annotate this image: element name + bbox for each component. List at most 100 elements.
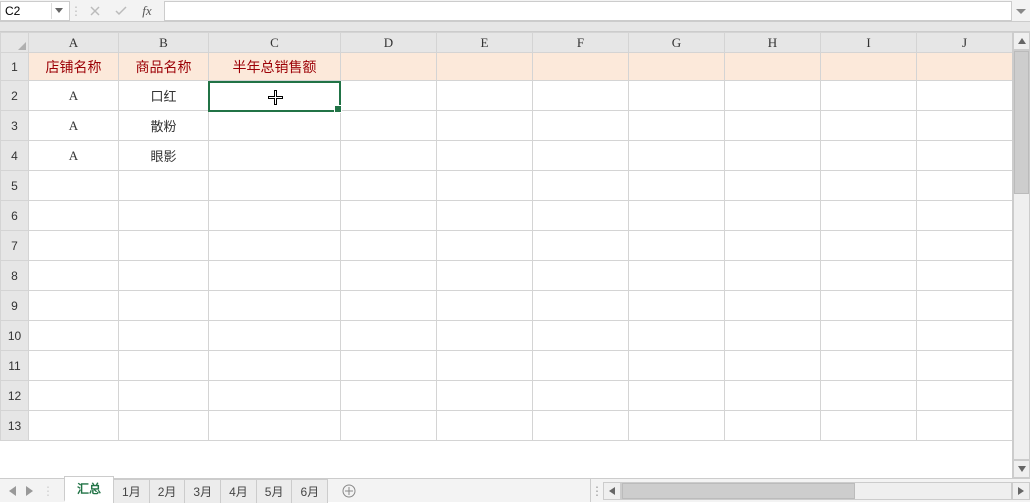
cell-H11[interactable]	[725, 351, 821, 381]
cell-B9[interactable]	[119, 291, 209, 321]
cell-J3[interactable]	[917, 111, 1013, 141]
cell-F10[interactable]	[533, 321, 629, 351]
col-header-D[interactable]: D	[341, 33, 437, 53]
name-box-dropdown[interactable]	[51, 3, 65, 19]
cell-I2[interactable]	[821, 81, 917, 111]
formula-bar-expand-icon[interactable]	[1012, 1, 1030, 21]
col-header-I[interactable]: I	[821, 33, 917, 53]
cell-F8[interactable]	[533, 261, 629, 291]
cell-H9[interactable]	[725, 291, 821, 321]
cell-J11[interactable]	[917, 351, 1013, 381]
cell-G7[interactable]	[629, 231, 725, 261]
row-header-13[interactable]: 13	[1, 411, 29, 441]
row-header-7[interactable]: 7	[1, 231, 29, 261]
cell-D3[interactable]	[341, 111, 437, 141]
scroll-down-icon[interactable]	[1013, 460, 1030, 478]
cell-E11[interactable]	[437, 351, 533, 381]
scroll-left-icon[interactable]	[603, 482, 621, 500]
cell-H6[interactable]	[725, 201, 821, 231]
select-all-corner[interactable]	[1, 33, 29, 53]
cell-I3[interactable]	[821, 111, 917, 141]
cell-F13[interactable]	[533, 411, 629, 441]
cell-I13[interactable]	[821, 411, 917, 441]
cell-F7[interactable]	[533, 231, 629, 261]
row-header-9[interactable]: 9	[1, 291, 29, 321]
cell-G13[interactable]	[629, 411, 725, 441]
cell-E12[interactable]	[437, 381, 533, 411]
row-header-10[interactable]: 10	[1, 321, 29, 351]
cell-B13[interactable]	[119, 411, 209, 441]
cell-A2[interactable]: A	[29, 81, 119, 111]
cell-C7[interactable]	[209, 231, 341, 261]
cell-H13[interactable]	[725, 411, 821, 441]
hscroll-thumb[interactable]	[622, 483, 855, 499]
cell-C13[interactable]	[209, 411, 341, 441]
row-header-2[interactable]: 2	[1, 81, 29, 111]
cell-H7[interactable]	[725, 231, 821, 261]
row-header-1[interactable]: 1	[1, 53, 29, 81]
cell-H8[interactable]	[725, 261, 821, 291]
cell-G9[interactable]	[629, 291, 725, 321]
cell-E4[interactable]	[437, 141, 533, 171]
cell-A9[interactable]	[29, 291, 119, 321]
cell-A11[interactable]	[29, 351, 119, 381]
tab-split-handle[interactable]: ⋮	[591, 484, 603, 498]
col-header-E[interactable]: E	[437, 33, 533, 53]
cell-E7[interactable]	[437, 231, 533, 261]
cell-I8[interactable]	[821, 261, 917, 291]
cell-G3[interactable]	[629, 111, 725, 141]
cell-B11[interactable]	[119, 351, 209, 381]
cell-G12[interactable]	[629, 381, 725, 411]
cell-D1[interactable]	[341, 53, 437, 81]
cell-C12[interactable]	[209, 381, 341, 411]
col-header-C[interactable]: C	[209, 33, 341, 53]
cell-H5[interactable]	[725, 171, 821, 201]
cell-F6[interactable]	[533, 201, 629, 231]
cell-F5[interactable]	[533, 171, 629, 201]
cell-D8[interactable]	[341, 261, 437, 291]
col-header-F[interactable]: F	[533, 33, 629, 53]
cell-G2[interactable]	[629, 81, 725, 111]
confirm-icon[interactable]	[108, 1, 134, 21]
cell-J10[interactable]	[917, 321, 1013, 351]
cell-A5[interactable]	[29, 171, 119, 201]
cell-A8[interactable]	[29, 261, 119, 291]
cell-C11[interactable]	[209, 351, 341, 381]
cell-D5[interactable]	[341, 171, 437, 201]
cell-B7[interactable]	[119, 231, 209, 261]
cell-B3[interactable]: 散粉	[119, 111, 209, 141]
cell-H12[interactable]	[725, 381, 821, 411]
cell-A1[interactable]: 店铺名称	[29, 53, 119, 81]
cell-D7[interactable]	[341, 231, 437, 261]
scroll-right-icon[interactable]	[1012, 482, 1030, 500]
sheet-tab-jun[interactable]: 6月	[291, 479, 328, 503]
cell-B5[interactable]	[119, 171, 209, 201]
col-header-J[interactable]: J	[917, 33, 1013, 53]
sheet-tab-jan[interactable]: 1月	[113, 479, 150, 503]
cell-C6[interactable]	[209, 201, 341, 231]
cell-I4[interactable]	[821, 141, 917, 171]
cell-F12[interactable]	[533, 381, 629, 411]
cell-D9[interactable]	[341, 291, 437, 321]
cell-E10[interactable]	[437, 321, 533, 351]
cell-E5[interactable]	[437, 171, 533, 201]
cell-E3[interactable]	[437, 111, 533, 141]
cell-J6[interactable]	[917, 201, 1013, 231]
cell-B12[interactable]	[119, 381, 209, 411]
cell-A10[interactable]	[29, 321, 119, 351]
col-header-G[interactable]: G	[629, 33, 725, 53]
cell-J12[interactable]	[917, 381, 1013, 411]
vertical-scrollbar[interactable]	[1012, 32, 1030, 478]
cell-F4[interactable]	[533, 141, 629, 171]
col-header-B[interactable]: B	[119, 33, 209, 53]
cell-E6[interactable]	[437, 201, 533, 231]
cell-D6[interactable]	[341, 201, 437, 231]
cell-B1[interactable]: 商品名称	[119, 53, 209, 81]
cell-G5[interactable]	[629, 171, 725, 201]
cell-D13[interactable]	[341, 411, 437, 441]
cell-C1[interactable]: 半年总销售额	[209, 53, 341, 81]
cell-H10[interactable]	[725, 321, 821, 351]
cell-A13[interactable]	[29, 411, 119, 441]
cell-C4[interactable]	[209, 141, 341, 171]
cell-G1[interactable]	[629, 53, 725, 81]
